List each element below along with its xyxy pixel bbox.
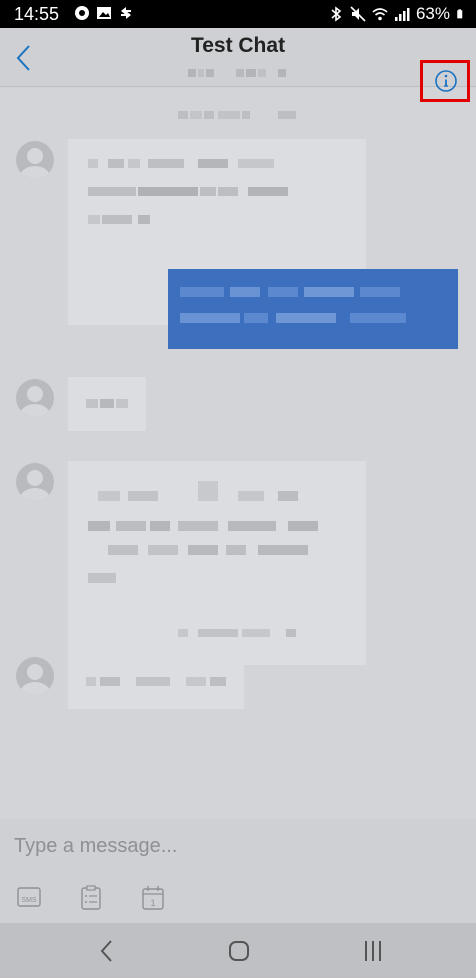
mute-icon xyxy=(350,6,366,22)
avatar[interactable] xyxy=(16,463,54,501)
signal-icon xyxy=(394,8,410,21)
incoming-message-bubble[interactable] xyxy=(68,655,244,709)
system-nav-bar xyxy=(0,923,476,978)
recents-nav-icon[interactable] xyxy=(358,937,388,965)
chat-header: Test Chat xyxy=(0,28,476,102)
battery-icon xyxy=(457,9,463,19)
date-separator xyxy=(178,629,296,637)
blurred-message-text xyxy=(88,159,288,224)
avatar[interactable] xyxy=(16,141,54,179)
status-bar: 14:55 63% xyxy=(0,0,476,28)
message-list[interactable] xyxy=(0,87,476,819)
back-nav-icon[interactable] xyxy=(92,937,122,965)
blurred-message-text xyxy=(88,481,318,583)
message-input[interactable]: Type a message... xyxy=(14,835,177,858)
home-nav-icon[interactable] xyxy=(224,937,254,965)
date-separator xyxy=(178,111,296,119)
template-icon[interactable] xyxy=(78,885,104,911)
page-title: Test Chat xyxy=(190,34,286,57)
battery-percent: 63% xyxy=(415,4,450,23)
sms-icon[interactable]: SMS xyxy=(16,885,42,911)
blurred-message-text xyxy=(86,677,226,686)
avatar[interactable] xyxy=(16,657,54,695)
sync-icon xyxy=(121,7,131,19)
status-time: 14:55 xyxy=(14,4,60,24)
location-icon xyxy=(75,6,89,20)
blurred-message-text xyxy=(86,399,128,408)
blurred-subtitle xyxy=(188,69,286,77)
outgoing-message-bubble[interactable] xyxy=(168,269,458,349)
calendar-icon[interactable]: 1 xyxy=(140,885,166,911)
svg-text:SMS: SMS xyxy=(21,897,37,904)
image-icon xyxy=(97,7,111,19)
svg-text:1: 1 xyxy=(150,898,155,908)
avatar[interactable] xyxy=(16,379,54,417)
blurred-message-text xyxy=(180,287,406,323)
incoming-message-bubble[interactable] xyxy=(68,377,146,431)
message-composer: Type a message... SMS 1 xyxy=(0,819,476,923)
wifi-icon xyxy=(372,8,388,21)
bluetooth-icon xyxy=(331,6,342,22)
